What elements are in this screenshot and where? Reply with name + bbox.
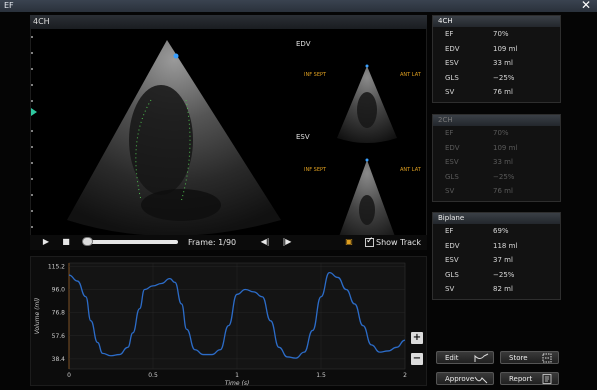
stop-icon[interactable]: ■ bbox=[60, 236, 72, 247]
edv-label: EDV bbox=[296, 40, 311, 48]
edit-curve-icon bbox=[474, 353, 489, 362]
metric-key: GLS bbox=[445, 172, 459, 181]
metric-key: EDV bbox=[445, 241, 460, 250]
orient-inf-sept-edv: INF SEPT bbox=[304, 72, 327, 78]
show-track-label: Show Track bbox=[376, 238, 422, 247]
panel-title: 2CH bbox=[433, 115, 560, 126]
y-tick-label: 76.8 bbox=[52, 310, 66, 317]
metric-key: ESV bbox=[445, 158, 459, 166]
echo-viewer bbox=[30, 15, 427, 249]
frame-counter: Frame: 1/90 bbox=[188, 238, 237, 247]
frame-rail bbox=[27, 30, 37, 230]
store-icon bbox=[542, 353, 552, 363]
metric-key: EF bbox=[445, 227, 454, 235]
window-title: EF bbox=[4, 1, 14, 10]
metric-value: 37 ml bbox=[493, 256, 513, 264]
report-label: Report bbox=[509, 375, 533, 383]
store-label: Store bbox=[509, 354, 528, 362]
zoom-in-button[interactable]: + bbox=[411, 332, 423, 344]
metric-value: 118 ml bbox=[493, 241, 518, 250]
approve-label: Approve bbox=[445, 375, 475, 383]
metric-key: ESV bbox=[445, 59, 459, 67]
report-icon bbox=[542, 374, 552, 384]
metric-key: EDV bbox=[445, 44, 460, 53]
edit-label: Edit bbox=[445, 354, 459, 362]
zoom-out-button[interactable]: − bbox=[411, 353, 423, 365]
y-tick-label: 115.2 bbox=[48, 263, 65, 270]
metric-value: 76 ml bbox=[493, 88, 513, 96]
metric-key: GLS bbox=[445, 270, 459, 279]
metric-value: 82 ml bbox=[493, 285, 513, 293]
x-tick-label: 0 bbox=[67, 372, 71, 379]
view-label: 4CH bbox=[33, 17, 50, 26]
step-back-icon[interactable]: ◀| bbox=[259, 236, 271, 247]
metric-value: 76 ml bbox=[493, 187, 513, 195]
x-tick-label: 1.5 bbox=[316, 372, 326, 379]
metric-key: SV bbox=[445, 285, 455, 293]
step-forward-icon[interactable]: |▶ bbox=[281, 236, 293, 247]
metric-key: EDV bbox=[445, 143, 460, 152]
play-icon[interactable]: ▶ bbox=[40, 236, 52, 247]
apex-marker bbox=[173, 53, 179, 59]
metric-value: 70% bbox=[493, 30, 509, 38]
camera-icon[interactable]: ▣ bbox=[343, 236, 355, 247]
close-icon[interactable]: ✕ bbox=[581, 0, 591, 12]
approve-curve-icon bbox=[474, 376, 488, 384]
frame-slider-handle[interactable] bbox=[82, 237, 93, 246]
view-header: 4CH bbox=[30, 15, 427, 29]
metric-key: GLS bbox=[445, 73, 459, 82]
current-frame-marker[interactable] bbox=[31, 108, 37, 116]
volume-chart-svg: 115.2 96.0 76.8 57.6 38.4 0 0.5 1 1.5 2 Time (s) Vo… bbox=[34, 262, 407, 387]
y-tick-label: 57.6 bbox=[52, 333, 66, 340]
metric-key: EF bbox=[445, 30, 454, 38]
panel-biplane: Biplane EF 69% EDV 118 ml ESV 37 ml GLS −25%… bbox=[432, 212, 561, 300]
metric-value: 109 ml bbox=[493, 44, 518, 53]
x-axis-label: Time (s) bbox=[225, 380, 250, 387]
metric-key: SV bbox=[445, 187, 455, 195]
store-button[interactable]: Store bbox=[500, 351, 559, 364]
panel-2ch: 2CH EF 70% EDV 109 ml ESV 33 ml GLS −25% SV 7… bbox=[432, 114, 561, 202]
metric-value: −25% bbox=[493, 73, 515, 82]
esv-label: ESV bbox=[296, 133, 310, 141]
show-track-checkbox[interactable] bbox=[365, 236, 374, 247]
metric-key: ESV bbox=[445, 256, 459, 264]
y-axis-label: Volume (ml) bbox=[34, 298, 41, 335]
metric-key: EF bbox=[445, 129, 454, 137]
metric-key: SV bbox=[445, 88, 455, 96]
orient-ant-lat-esv: ANT LAT bbox=[400, 167, 421, 173]
edit-button[interactable]: Edit bbox=[436, 351, 494, 364]
metric-value: −25% bbox=[493, 270, 515, 279]
metric-value: 70% bbox=[493, 129, 509, 137]
x-tick-label: 0.5 bbox=[148, 372, 158, 379]
orient-ant-lat-edv: ANT LAT bbox=[400, 72, 421, 78]
metric-value: 69% bbox=[493, 227, 509, 235]
metric-value: −25% bbox=[493, 172, 515, 181]
x-tick-label: 2 bbox=[403, 372, 407, 379]
metric-value: 109 ml bbox=[493, 143, 518, 152]
frame-slider[interactable] bbox=[86, 240, 178, 244]
panel-title: Biplane bbox=[433, 213, 560, 224]
x-tick-label: 1 bbox=[235, 372, 239, 379]
y-tick-label: 38.4 bbox=[52, 356, 66, 363]
orient-inf-sept-esv: INF SEPT bbox=[304, 167, 327, 173]
title-bar: EF ✕ bbox=[0, 0, 597, 12]
panel-title: 4CH bbox=[433, 16, 560, 27]
approve-button[interactable]: Approve bbox=[436, 372, 494, 385]
y-tick-label: 96.0 bbox=[52, 287, 66, 294]
report-button[interactable]: Report bbox=[500, 372, 559, 385]
panel-4ch: 4CH EF 70% EDV 109 ml ESV 33 ml GLS −25% SV 7… bbox=[432, 15, 561, 103]
metric-value: 33 ml bbox=[493, 59, 513, 67]
echo-images bbox=[67, 40, 397, 247]
metric-value: 33 ml bbox=[493, 158, 513, 166]
volume-chart: 115.2 96.0 76.8 57.6 38.4 0 0.5 1 1.5 2 Time (s) Vo… bbox=[30, 256, 427, 387]
